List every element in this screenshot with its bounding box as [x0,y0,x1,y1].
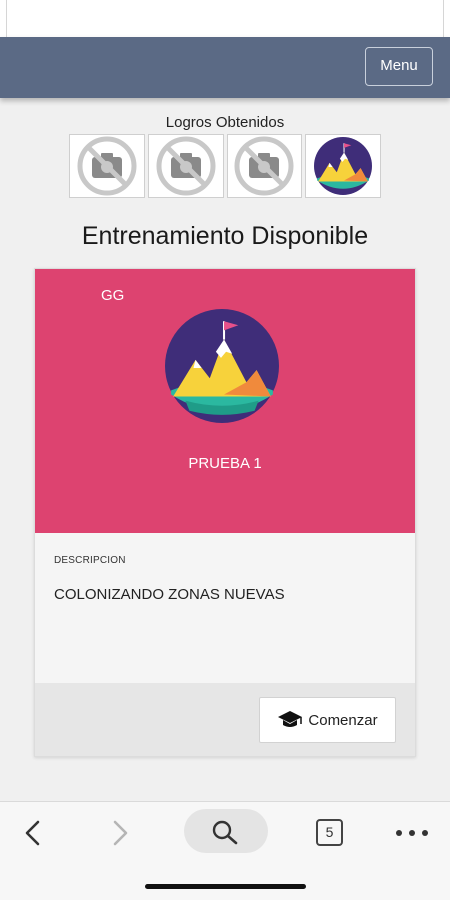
badge-locked-2[interactable] [147,134,224,198]
top-edge-right [443,0,444,37]
graduation-cap-icon [278,711,303,727]
training-card-footer: Comenzar [35,683,415,756]
browser-top-area [0,0,450,37]
no-photo-icon [156,136,216,196]
badge-earned[interactable] [305,134,381,198]
menu-button[interactable]: Menu [365,47,433,86]
search-button[interactable] [184,809,268,853]
more-icon[interactable] [395,829,429,837]
start-button[interactable]: Comenzar [259,697,396,743]
tabs-button[interactable]: 5 [316,819,343,846]
badge-locked-1[interactable] [69,134,145,198]
back-arrow-icon[interactable] [20,819,46,847]
start-button-label: Comenzar [308,711,378,729]
training-author: GG [101,287,125,304]
mountain-flag-icon [165,309,279,423]
mountain-flag-icon [314,137,373,195]
page-title: Entrenamiento Disponible [81,222,369,250]
top-edge-left [6,0,7,37]
forward-arrow-icon[interactable] [107,819,133,847]
training-card: GG PRUEBA 1 DESCRIPCION COLONIZANDO ZONA… [34,268,416,757]
no-photo-icon [234,136,294,196]
no-photo-icon [77,136,137,196]
badge-locked-3[interactable] [226,134,303,198]
home-indicator [145,884,306,889]
achievements-title: Logros Obtenidos [165,114,285,131]
training-name: PRUEBA 1 [188,455,262,472]
search-icon [212,820,238,845]
achievements-row [69,134,381,198]
app-navbar: Menu [0,37,450,98]
description-text: COLONIZANDO ZONAS NUEVAS [54,586,285,603]
description-label: DESCRIPCION [54,555,126,566]
training-card-hero[interactable]: GG PRUEBA 1 [35,269,415,533]
